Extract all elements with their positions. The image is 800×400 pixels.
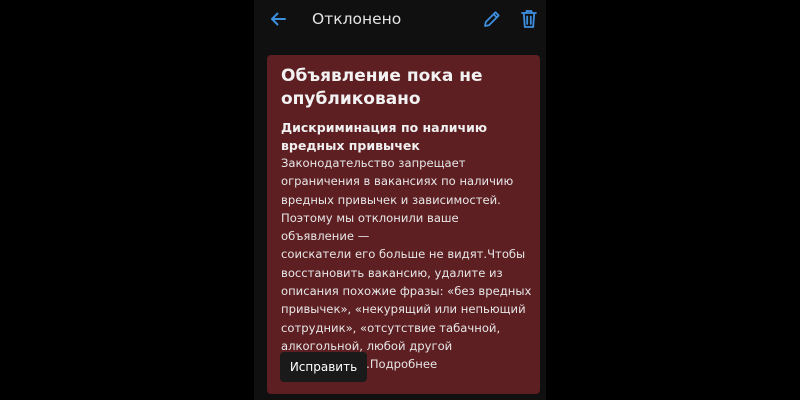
back-button[interactable] — [266, 7, 290, 31]
pencil-icon — [484, 11, 500, 27]
phone-screen: Отклонено Объявление пока не опубликован… — [254, 0, 546, 400]
fix-button[interactable]: Исправить — [280, 352, 367, 382]
notice-body: Законодательство запрещает ограничения в… — [281, 154, 533, 374]
screen-title: Отклонено — [312, 10, 402, 28]
top-app-bar: Отклонено — [254, 0, 546, 40]
edit-button[interactable] — [481, 8, 503, 30]
more-link[interactable]: Подробнее — [370, 357, 437, 371]
trash-icon — [521, 10, 537, 28]
arrow-left-icon — [271, 12, 286, 26]
page: Отклонено Объявление пока не опубликован… — [0, 0, 800, 400]
rejection-reason: Дискриминация по наличию вредных привыче… — [281, 120, 487, 153]
rejection-notice-card: Объявление пока не опубликовано Дискрими… — [267, 55, 540, 394]
delete-button[interactable] — [518, 7, 540, 31]
notice-body-text: Законодательство запрещает ограничения в… — [281, 156, 532, 371]
notice-title: Объявление пока не опубликовано — [281, 66, 483, 109]
